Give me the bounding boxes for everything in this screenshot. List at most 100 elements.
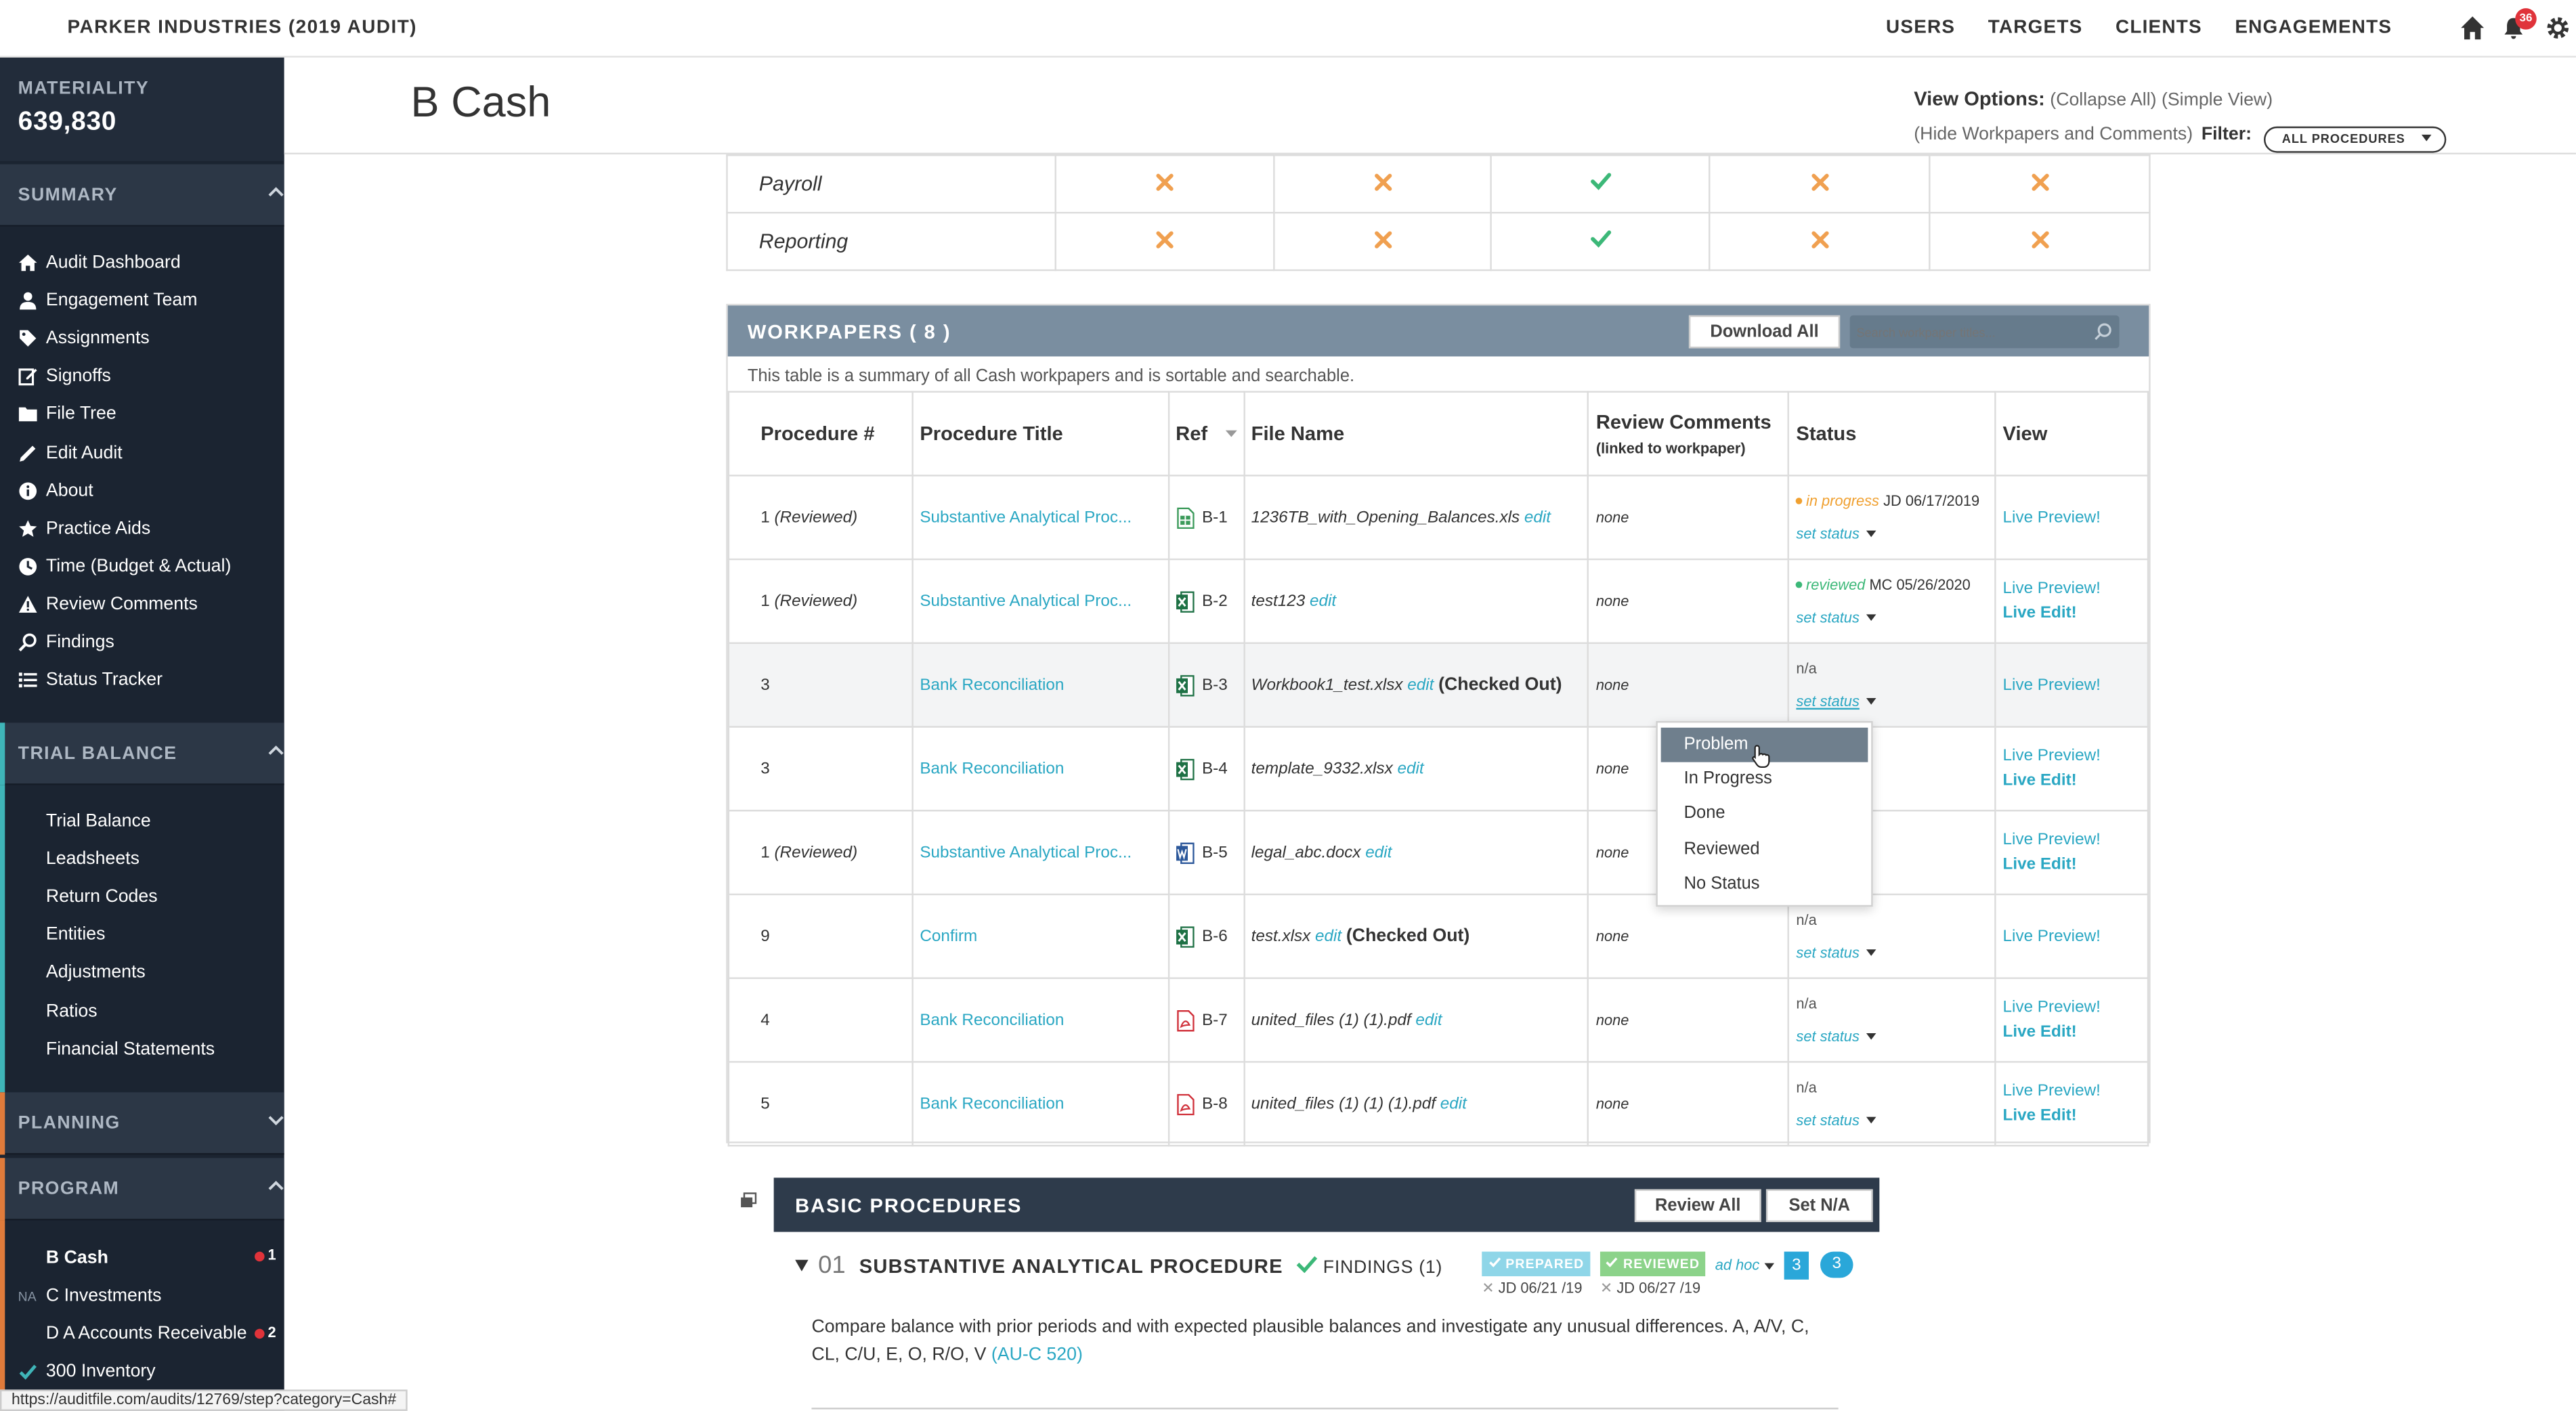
sidebar-item-tb-1[interactable]: Leadsheets: [46, 846, 139, 873]
col-ref[interactable]: Ref: [1167, 391, 1245, 477]
procedure-title[interactable]: SUBSTANTIVE ANALYTICAL PROCEDURE: [859, 1255, 1283, 1278]
col-procedure[interactable]: Procedure #: [727, 391, 914, 477]
workpaper-search[interactable]: [1849, 315, 2120, 349]
live-preview-link[interactable]: Live Preview!: [2003, 747, 2147, 766]
adhoc-select[interactable]: ad hoc: [1715, 1257, 1774, 1273]
comment-count[interactable]: 3: [1820, 1251, 1853, 1278]
hide-workpapers-link[interactable]: (Hide Workpapers and Comments): [1914, 125, 2193, 144]
nav-engagements[interactable]: ENGAGEMENTS: [2235, 18, 2392, 38]
edit-link[interactable]: edit: [1315, 928, 1341, 947]
remove-x-icon[interactable]: ✕: [1600, 1280, 1612, 1296]
edit-link[interactable]: edit: [1524, 508, 1551, 527]
set-status-dropdown[interactable]: set status: [1796, 609, 1876, 625]
sidebar-item-about[interactable]: About: [18, 477, 93, 504]
section-summary[interactable]: SUMMARY: [0, 164, 284, 227]
gear-icon[interactable]: [2545, 15, 2571, 41]
sidebar-item-tb-4[interactable]: Adjustments: [46, 960, 146, 986]
sidebar-item-engagement-team[interactable]: Engagement Team: [18, 288, 198, 314]
sidebar-item-findings[interactable]: Findings: [18, 629, 114, 655]
home-icon[interactable]: [2460, 15, 2486, 41]
sidebar-item-time[interactable]: Time (Budget & Actual): [18, 553, 232, 580]
live-edit-link[interactable]: Live Edit!: [2003, 1107, 2147, 1125]
collapse-triangle-icon[interactable]: [795, 1259, 809, 1272]
status-option-reviewed[interactable]: Reviewed: [1658, 833, 1871, 867]
remove-x-icon[interactable]: ✕: [1482, 1280, 1494, 1296]
program-item-accounts-receivable[interactable]: D A Accounts Receivable: [46, 1321, 247, 1347]
prepared-tag[interactable]: PREPARED: [1482, 1251, 1591, 1277]
col-status[interactable]: Status: [1788, 391, 1996, 477]
edit-link[interactable]: edit: [1365, 844, 1392, 862]
program-item-inventory[interactable]: 300 Inventory: [18, 1358, 156, 1385]
live-preview-link[interactable]: Live Preview!: [2003, 1083, 2147, 1101]
sidebar-item-status-tracker[interactable]: Status Tracker: [18, 667, 163, 693]
set-status-dropdown[interactable]: set status: [1796, 1027, 1876, 1044]
set-status-dropdown[interactable]: set status: [1796, 944, 1876, 960]
sidebar-item-practice-aids[interactable]: Practice Aids: [18, 515, 151, 542]
sidebar-item-tb-3[interactable]: Entities: [46, 922, 106, 949]
workpaper-count[interactable]: 3: [1784, 1251, 1809, 1280]
sidebar-item-tb-6[interactable]: Financial Statements: [46, 1036, 215, 1062]
edit-link[interactable]: edit: [1440, 1095, 1467, 1113]
set-status-dropdown[interactable]: set status: [1796, 693, 1876, 709]
filter-select[interactable]: ALL PROCEDURES: [2264, 126, 2447, 153]
au-c-link[interactable]: (AU-C 520): [991, 1345, 1083, 1365]
procedure-title-link[interactable]: Substantive Analytical Proc...: [920, 592, 1132, 611]
edit-link[interactable]: edit: [1310, 592, 1336, 611]
program-item-b-cash[interactable]: B Cash: [46, 1245, 108, 1272]
program-item-c-investments[interactable]: NA C Investments: [18, 1283, 162, 1309]
nav-clients[interactable]: CLIENTS: [2116, 18, 2202, 38]
live-edit-link[interactable]: Live Edit!: [2003, 856, 2147, 874]
findings-link[interactable]: FINDINGS (1): [1296, 1255, 1442, 1278]
status-option-done[interactable]: Done: [1658, 797, 1871, 831]
procedure-title-link[interactable]: Bank Reconciliation: [920, 760, 1064, 778]
workpaper-search-input[interactable]: [1856, 320, 2087, 344]
edit-link[interactable]: edit: [1407, 677, 1434, 695]
nav-users[interactable]: USERS: [1886, 18, 1955, 38]
live-preview-link[interactable]: Live Preview!: [2003, 580, 2147, 598]
section-planning[interactable]: PLANNING: [0, 1092, 284, 1155]
procedure-title-link[interactable]: Confirm: [920, 927, 977, 945]
search-icon[interactable]: [2093, 322, 2113, 341]
live-edit-link[interactable]: Live Edit!: [2003, 1023, 2147, 1041]
review-all-button[interactable]: Review All: [1634, 1189, 1761, 1222]
edit-link[interactable]: edit: [1397, 760, 1423, 778]
sidebar-item-review-comments[interactable]: Review Comments: [18, 591, 198, 617]
procedure-title-link[interactable]: Substantive Analytical Proc...: [920, 844, 1132, 862]
collapse-icon[interactable]: [739, 1191, 759, 1211]
procedure-title-link[interactable]: Substantive Analytical Proc...: [920, 508, 1132, 527]
live-preview-link[interactable]: Live Preview!: [2003, 927, 2147, 945]
procedure-title-link[interactable]: Bank Reconciliation: [920, 676, 1064, 694]
procedure-title-link[interactable]: Bank Reconciliation: [920, 1095, 1064, 1113]
sidebar-item-tb-2[interactable]: Return Codes: [46, 884, 158, 911]
live-preview-link[interactable]: Live Preview!: [2003, 831, 2147, 850]
col-review-comments[interactable]: Review Comments (linked to workpaper): [1587, 391, 1790, 477]
live-preview-link[interactable]: Live Preview!: [2003, 999, 2147, 1017]
col-view[interactable]: View: [1994, 391, 2149, 477]
set-na-button[interactable]: Set N/A: [1765, 1189, 1873, 1222]
sidebar-item-tb-0[interactable]: Trial Balance: [46, 808, 151, 835]
sidebar-item-edit-audit[interactable]: Edit Audit: [18, 439, 123, 466]
nav-targets[interactable]: TARGETS: [1988, 18, 2083, 38]
live-edit-link[interactable]: Live Edit!: [2003, 772, 2147, 790]
sidebar-item-signoffs[interactable]: Signoffs: [18, 364, 111, 390]
sidebar-item-audit-dashboard[interactable]: Audit Dashboard: [18, 250, 181, 276]
set-status-dropdown[interactable]: set status: [1796, 1111, 1876, 1127]
section-program[interactable]: PROGRAM: [0, 1158, 284, 1221]
sidebar-item-tb-5[interactable]: Ratios: [46, 998, 98, 1024]
section-trial-balance[interactable]: TRIAL BALANCE: [0, 722, 284, 785]
col-file-name[interactable]: File Name: [1243, 391, 1590, 477]
edit-link[interactable]: edit: [1415, 1011, 1442, 1029]
reviewed-tag[interactable]: REVIEWED: [1600, 1251, 1706, 1277]
live-preview-link[interactable]: Live Preview!: [2003, 508, 2147, 527]
simple-view-link[interactable]: (Simple View): [2162, 90, 2273, 110]
live-edit-link[interactable]: Live Edit!: [2003, 605, 2147, 623]
procedure-title-link[interactable]: Bank Reconciliation: [920, 1011, 1064, 1029]
col-procedure-title[interactable]: Procedure Title: [911, 391, 1169, 477]
sidebar-item-assignments[interactable]: Assignments: [18, 326, 150, 352]
collapse-all-link[interactable]: (Collapse All): [2050, 90, 2156, 110]
sidebar-item-file-tree[interactable]: File Tree: [18, 401, 116, 428]
status-option-no-status[interactable]: No Status: [1658, 867, 1871, 902]
download-all-button[interactable]: Download All: [1688, 315, 1841, 349]
live-preview-link[interactable]: Live Preview!: [2003, 676, 2147, 694]
set-status-dropdown[interactable]: set status: [1796, 525, 1876, 541]
